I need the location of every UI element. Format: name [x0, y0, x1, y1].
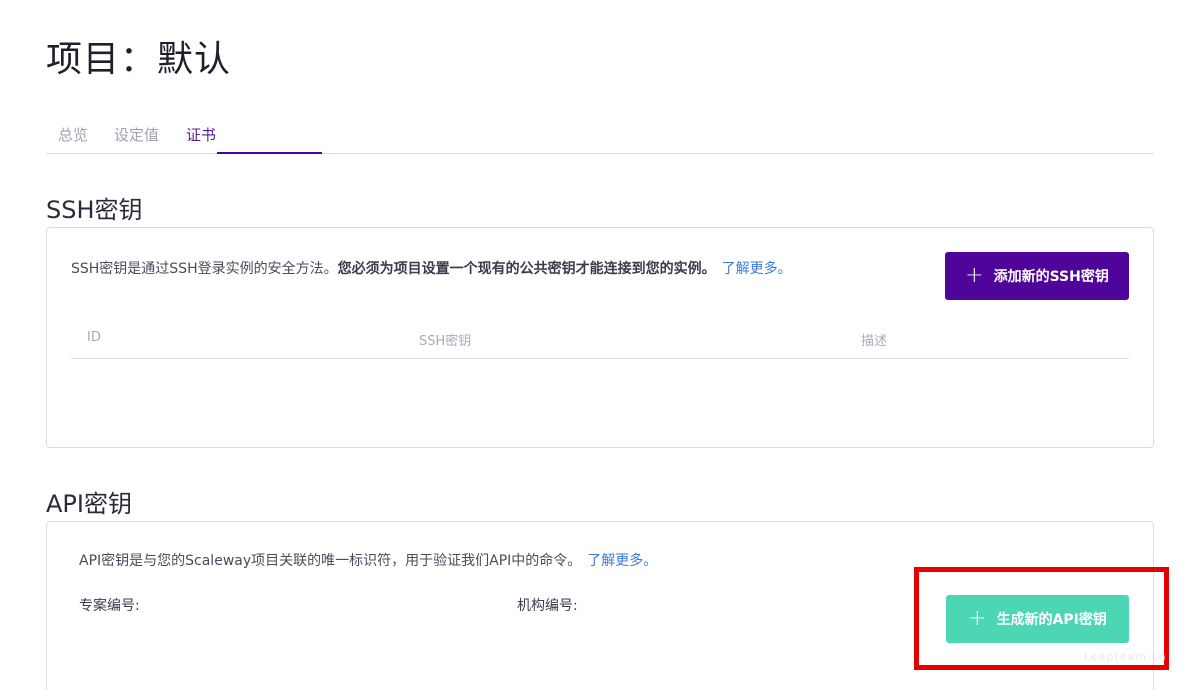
active-tab-indicator	[217, 152, 322, 154]
plus-icon: +	[968, 606, 987, 631]
plus-icon: +	[965, 263, 984, 288]
add-ssh-key-label: 添加新的SSH密钥	[993, 269, 1109, 285]
ssh-learn-more-link[interactable]: 了解更多。	[722, 261, 792, 277]
project-id-label: 专案编号:	[79, 598, 140, 614]
ssh-description: SSH密钥是通过SSH登录实例的安全方法。您必须为项目设置一个现有的公共密钥才能…	[71, 258, 792, 278]
ssh-table-header: ID SSH密钥 描述	[71, 328, 1129, 359]
ssh-description-text: SSH密钥是通过SSH登录实例的安全方法。	[71, 261, 338, 277]
api-description: API密钥是与您的Scaleway项目关联的唯一标识符，用于验证我们API中的命…	[79, 550, 657, 570]
ssh-section-title: SSH密钥	[46, 196, 143, 224]
api-description-text: API密钥是与您的Scaleway项目关联的唯一标识符，用于验证我们API中的命…	[79, 553, 582, 569]
watermark: Leapteam.cn	[1084, 650, 1167, 663]
api-section-title: API密钥	[46, 490, 132, 518]
column-header-id[interactable]: ID	[87, 330, 101, 345]
ssh-description-bold: 您必须为项目设置一个现有的公共密钥才能连接到您的实例。	[337, 261, 716, 277]
column-header-description[interactable]: 描述	[861, 330, 887, 349]
generate-api-key-label: 生成新的API密钥	[996, 612, 1107, 628]
organization-id-label: 机构编号:	[517, 598, 578, 614]
column-header-ssh-key[interactable]: SSH密钥	[419, 330, 471, 349]
api-learn-more-link[interactable]: 了解更多。	[587, 553, 657, 569]
tab-settings[interactable]: 设定值	[114, 124, 159, 145]
tab-bar: 总览 设定值 证书	[46, 122, 1154, 154]
generate-api-key-button[interactable]: + 生成新的API密钥	[946, 595, 1129, 643]
tab-overview[interactable]: 总览	[58, 124, 88, 145]
page-title: 项目：默认	[46, 39, 232, 80]
ssh-keys-card: SSH密钥是通过SSH登录实例的安全方法。您必须为项目设置一个现有的公共密钥才能…	[46, 227, 1154, 448]
add-ssh-key-button[interactable]: + 添加新的SSH密钥	[945, 252, 1129, 300]
api-keys-card: API密钥是与您的Scaleway项目关联的唯一标识符，用于验证我们API中的命…	[46, 521, 1154, 690]
tab-credentials[interactable]: 证书	[186, 124, 216, 145]
